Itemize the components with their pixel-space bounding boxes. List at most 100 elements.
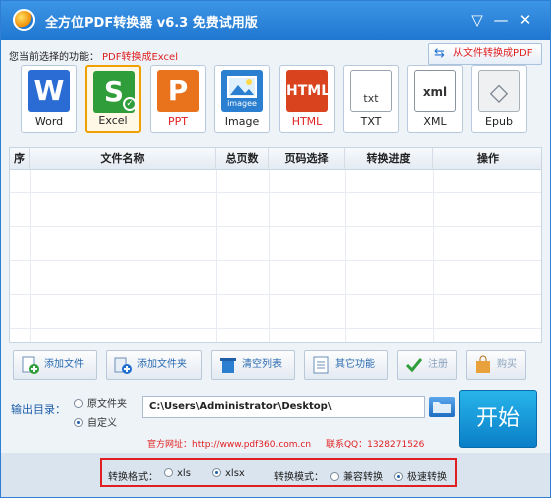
- app-logo-icon: [13, 9, 35, 31]
- function-row: 您当前选择的功能： PDF转换成Excel ⇆ 从文件转换成PDF: [9, 43, 542, 65]
- image-icon: imagee: [221, 70, 263, 112]
- official-site-link[interactable]: 官方网址：http://www.pdf360.com.cn: [147, 440, 311, 450]
- register-button[interactable]: 注册: [397, 350, 457, 380]
- from-file-to-pdf-button[interactable]: ⇆ 从文件转换成PDF: [428, 43, 542, 65]
- list-icon: [313, 356, 329, 374]
- radio-icon: [74, 399, 83, 408]
- window-title: 全方位PDF转换器 v6.3 免费试用版: [45, 16, 258, 31]
- clear-list-label: 清空列表: [242, 359, 282, 370]
- radio-compat-mode[interactable]: 兼容转换: [330, 468, 383, 483]
- txt-icon: txt: [350, 70, 392, 112]
- column-header-pages: 总页数: [216, 148, 269, 170]
- clear-list-button[interactable]: 清空列表: [211, 350, 295, 380]
- format-label: 转换格式：: [108, 472, 158, 483]
- radio-selected-icon: [212, 468, 221, 477]
- format-word[interactable]: W Word: [21, 65, 77, 133]
- swap-arrows-icon: ⇆: [434, 46, 445, 61]
- format-html[interactable]: HTML HTML: [279, 65, 335, 133]
- format-excel[interactable]: S ✓ Excel: [85, 65, 141, 133]
- table-row: [10, 204, 541, 227]
- dropdown-icon[interactable]: ▽: [467, 10, 487, 30]
- buy-label: 购买: [497, 359, 517, 370]
- column-header-filename: 文件名称: [30, 148, 216, 170]
- word-icon: W: [28, 70, 70, 112]
- file-table: 序 文件名称 总页数 页码选择 转换进度 操作: [9, 147, 542, 343]
- shopping-bag-icon: [476, 355, 490, 373]
- format-selector: W Word S ✓ Excel P PPT imagee Image HTML…: [21, 65, 541, 135]
- radio-custom-folder[interactable]: 自定义: [74, 414, 117, 429]
- folder-icon: [433, 402, 451, 413]
- title-bar: 全方位PDF转换器 v6.3 免费试用版 ▽ — ✕: [1, 1, 550, 40]
- format-image-label: Image: [224, 115, 260, 128]
- add-file-label: 添加文件: [44, 359, 84, 370]
- radio-custom-folder-label: 自定义: [87, 418, 117, 429]
- format-txt[interactable]: txt TXT: [343, 65, 399, 133]
- output-path-field[interactable]: C:\Users\Administrator\Desktop\: [142, 396, 425, 418]
- radio-fast-mode-label: 极速转换: [407, 472, 447, 483]
- radio-xls[interactable]: xls: [164, 468, 191, 479]
- other-functions-label: 其它功能: [335, 359, 375, 370]
- start-button[interactable]: 开始: [459, 390, 537, 448]
- register-label: 注册: [428, 359, 448, 370]
- action-toolbar: 添加文件 添加文件夹 清空列表 其它功能 注册 购买: [13, 350, 533, 382]
- ppt-icon: P: [157, 70, 199, 112]
- format-image[interactable]: imagee Image: [214, 65, 270, 133]
- table-row: [10, 306, 541, 329]
- from-file-to-pdf-label: 从文件转换成PDF: [453, 48, 533, 59]
- format-xml-label: XML: [423, 115, 447, 128]
- add-folder-label: 添加文件夹: [137, 359, 187, 370]
- table-row: [10, 238, 541, 261]
- column-header-action: 操作: [477, 152, 499, 165]
- contact-qq: 联系QQ：1328271526: [325, 440, 425, 450]
- checkmark-icon: [405, 358, 423, 373]
- column-header-page-select: 页码选择: [269, 148, 345, 170]
- radio-original-folder[interactable]: 原文件夹: [74, 395, 127, 410]
- format-word-label: Word: [34, 115, 64, 128]
- column-header-progress: 转换进度: [345, 148, 433, 170]
- app-window: 全方位PDF转换器 v6.3 免费试用版 ▽ — ✕ 您当前选择的功能： PDF…: [0, 0, 551, 498]
- radio-selected-icon: [74, 418, 83, 427]
- table-row: [10, 272, 541, 295]
- add-file-icon: [22, 356, 39, 374]
- radio-fast-mode[interactable]: 极速转换: [394, 468, 447, 483]
- radio-icon: [164, 468, 173, 477]
- trash-icon: [220, 358, 236, 373]
- mode-label: 转换模式：: [274, 472, 324, 483]
- radio-xlsx[interactable]: xlsx: [212, 468, 245, 479]
- format-epub[interactable]: ◇ Epub: [471, 65, 527, 133]
- column-header-index: 序: [10, 148, 30, 170]
- html-icon: HTML: [286, 70, 330, 112]
- site-info: 官方网址：http://www.pdf360.com.cn 联系QQ：13282…: [147, 437, 424, 450]
- buy-button[interactable]: 购买: [466, 350, 526, 380]
- radio-original-folder-label: 原文件夹: [87, 399, 127, 410]
- add-folder-icon: [114, 357, 132, 374]
- image-icon-caption: imagee: [227, 99, 257, 108]
- conversion-settings: 转换格式： xls xlsx 转换模式： 兼容转换 极速转换: [100, 458, 457, 487]
- function-label: 您当前选择的功能：: [9, 52, 99, 63]
- browse-folder-button[interactable]: [429, 397, 455, 417]
- radio-xls-label: xls: [177, 468, 191, 479]
- output-dir-label: 输出目录：: [11, 403, 66, 416]
- table-header: 序 文件名称 总页数 页码选择 转换进度 操作: [10, 148, 541, 170]
- format-ppt-label: PPT: [168, 115, 188, 128]
- format-txt-label: TXT: [360, 115, 382, 128]
- radio-xlsx-label: xlsx: [225, 468, 245, 479]
- close-icon[interactable]: ✕: [515, 10, 535, 30]
- other-functions-button[interactable]: 其它功能: [304, 350, 388, 380]
- format-xml[interactable]: xml XML: [407, 65, 463, 133]
- format-excel-label: Excel: [98, 114, 128, 127]
- radio-icon: [330, 472, 339, 481]
- table-row: [10, 170, 541, 193]
- radio-compat-mode-label: 兼容转换: [343, 472, 383, 483]
- format-html-label: HTML: [291, 115, 323, 128]
- selected-check-icon: ✓: [123, 97, 137, 111]
- add-file-button[interactable]: 添加文件: [13, 350, 97, 380]
- epub-icon: ◇: [478, 70, 520, 112]
- add-folder-button[interactable]: 添加文件夹: [106, 350, 202, 380]
- xml-icon: xml: [414, 70, 456, 112]
- format-epub-label: Epub: [485, 115, 513, 128]
- minimize-icon[interactable]: —: [491, 10, 511, 30]
- format-ppt[interactable]: P PPT: [150, 65, 206, 133]
- function-value: PDF转换成Excel: [102, 52, 178, 63]
- radio-selected-icon: [394, 472, 403, 481]
